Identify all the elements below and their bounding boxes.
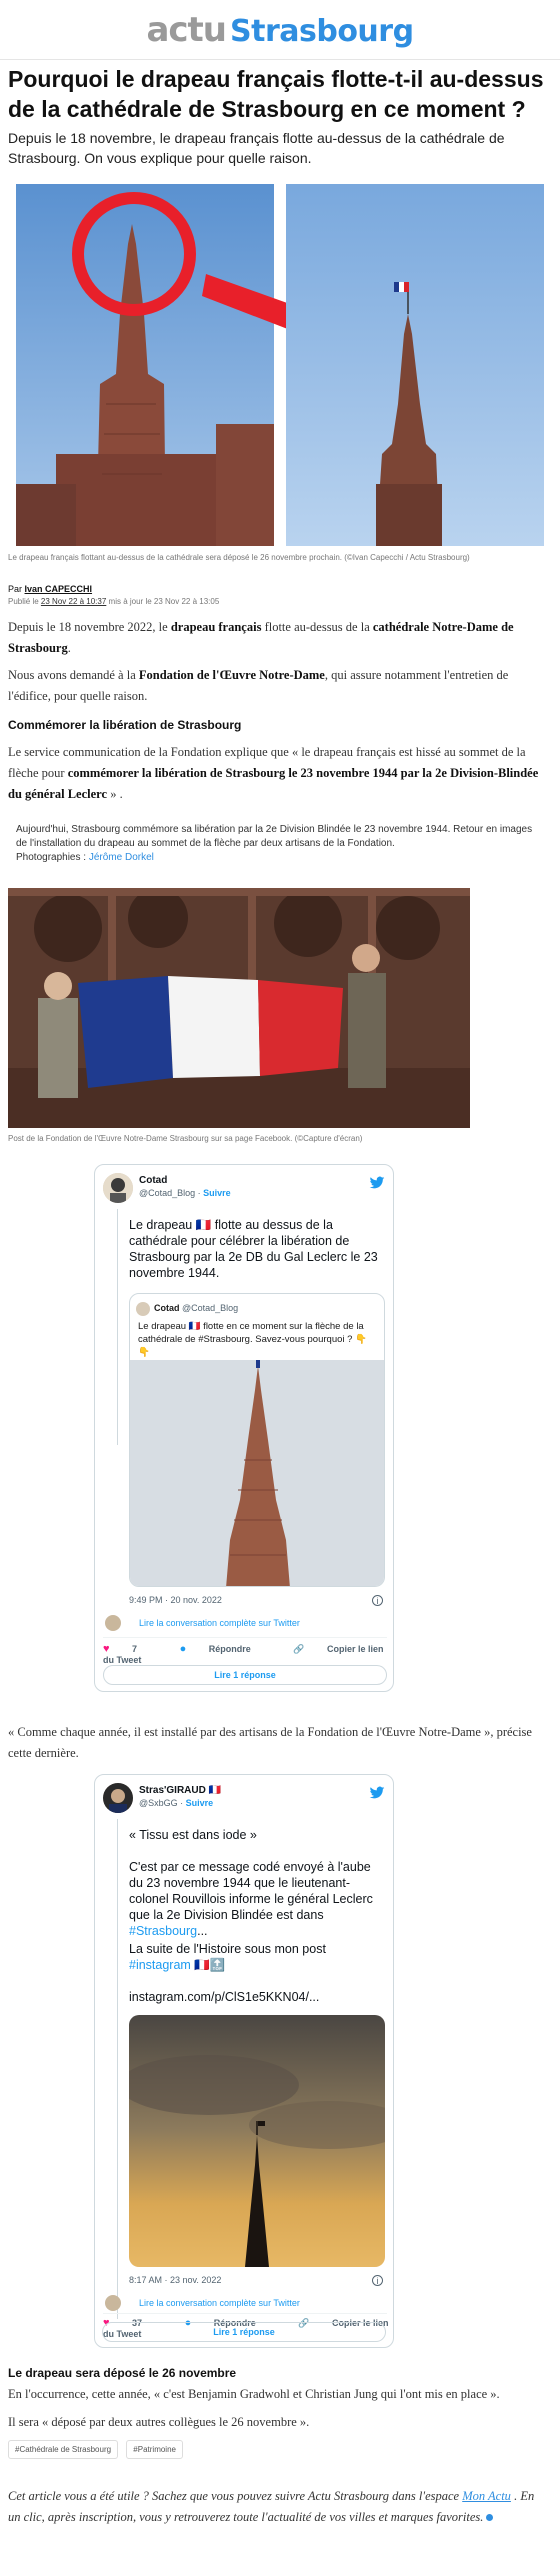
p3-text-c: » . (110, 787, 123, 801)
tweet2-divider (103, 2313, 387, 2314)
paragraph-4: « Comme chaque année, il est installé pa… (8, 1725, 532, 1760)
tweet1-reply-label: Répondre (208, 1644, 251, 1654)
heart-icon: ♥ (103, 1643, 110, 1655)
tweet1-like-button[interactable]: ♥ 7 (103, 1643, 157, 1655)
tweet2-flags: 🇫🇷🔝 (194, 1958, 226, 1972)
tweet1-read-replies-button[interactable]: Lire 1 réponse (103, 1665, 387, 1685)
twitter-bird-icon[interactable] (369, 1785, 385, 1801)
blue-dot-icon (486, 2514, 494, 2521)
tweet2-handle-row: @SxbGG · Suivre (139, 1798, 214, 1808)
published-prefix: Publié le (8, 597, 39, 606)
info-icon[interactable]: i (372, 2275, 383, 2286)
mon-actu-link[interactable]: Mon Actu (462, 2489, 511, 2503)
p1-text-c: flotte au-dessus de la (264, 620, 370, 634)
flag-workers-photo (8, 888, 470, 1128)
twitter-bird-icon[interactable] (369, 1175, 385, 1191)
tweet1-text: Le drapeau 🇫🇷 flotte au dessus de la cat… (129, 1218, 378, 1280)
tweet-embed-cotad[interactable]: Cotad @Cotad_Blog · Suivre Le drapeau 🇫🇷… (94, 1164, 394, 1692)
embed-photo-author-link[interactable]: Jérôme Dorkel (89, 852, 154, 863)
tweet2-follow-button[interactable]: Suivre (186, 1798, 214, 1808)
updated-date: mis à jour le 23 Nov 22 à 13:05 (108, 597, 220, 606)
paragraph-6: Il sera « déposé par deux autres collègu… (8, 2412, 552, 2433)
tweet1-reply-button[interactable]: ● Répondre (179, 1643, 271, 1655)
tweet-embed-sxbgg[interactable]: Stras'GIRAUD 🇫🇷 @SxbGG · Suivre « Tissu … (94, 1774, 394, 2348)
byline: Par Ivan CAPECCHI (8, 584, 92, 594)
tweet1-thread-line (117, 1209, 118, 1445)
by-prefix: Par (8, 584, 23, 594)
article-title: Pourquoi le drapeau français flotte-t-il… (8, 66, 544, 122)
site-header: actu Strasbourg (0, 0, 560, 60)
tweet1-timestamp[interactable]: 9:49 PM · 20 nov. 2022 (129, 1595, 222, 1605)
quoted-avatar (136, 1302, 150, 1316)
tweet1-like-count: 7 (132, 1644, 138, 1654)
site-logo[interactable]: actu Strasbourg (0, 10, 560, 50)
tweet2-photo-sunrise[interactable] (129, 2015, 385, 2267)
tweet2-line2-text: C'est par ce message codé envoyé à l'aub… (129, 1860, 373, 1922)
quoted-handle: @Cotad_Blog (182, 1303, 239, 1313)
tweet2-instagram-link[interactable]: instagram.com/p/ClS1e5KKN04/... (129, 1989, 385, 2005)
tweet1-divider (103, 1637, 387, 1638)
tweet2-read-replies-button[interactable]: Lire 1 réponse (102, 2322, 386, 2342)
tweet2-line2: C'est par ce message codé envoyé à l'aub… (129, 1859, 385, 1939)
tweet2-line2-end: ... (197, 1924, 208, 1938)
tweet2-name[interactable]: Stras'GIRAUD 🇫🇷 (139, 1785, 221, 1796)
embed-body: Aujourd'hui, Strasbourg commémore sa lib… (16, 824, 533, 849)
promo-text-a: Cet article vous a été utile ? Sachez qu… (8, 2489, 460, 2503)
tweet2-small-avatar (105, 2295, 121, 2311)
tweet1-handle[interactable]: @Cotad_Blog (139, 1188, 195, 1198)
tweet1-small-avatar (105, 1615, 121, 1631)
tweet2-timestamp[interactable]: 8:17 AM · 23 nov. 2022 (129, 2275, 221, 2285)
tweet1-avatar[interactable] (103, 1173, 133, 1203)
published-date: 23 Nov 22 à 10:37 (40, 597, 107, 606)
heading-depose: Le drapeau sera déposé le 26 novembre (8, 2366, 237, 2380)
p2-text-a: Nous avons demandé à la (8, 668, 136, 682)
p1-bold-flag: drapeau français (170, 620, 262, 634)
article-chapo: Depuis le 18 novembre, le drapeau frança… (8, 130, 505, 166)
tag-cathedrale[interactable]: #Cathédrale de Strasbourg (8, 2440, 119, 2459)
logo-actu: actu (146, 10, 227, 50)
article-dates: Publié le 23 Nov 22 à 10:37 mis à jour l… (8, 597, 219, 606)
quoted-text: Le drapeau 🇫🇷 flotte en ce moment sur la… (138, 1321, 367, 1358)
tweet1-name[interactable]: Cotad (139, 1175, 167, 1186)
follow-promo: Cet article vous a été utile ? Sachez qu… (8, 2486, 548, 2528)
tweet2-hashtag-strasbourg[interactable]: #Strasbourg (129, 1924, 197, 1938)
paragraph-5: En l'occurrence, cette année, « c'est Be… (8, 2387, 500, 2401)
tag-list: #Cathédrale de Strasbourg #Patrimoine (8, 2440, 189, 2459)
hero-image (16, 184, 544, 546)
tweet2-line3: La suite de l'Histoire sous mon post #in… (129, 1941, 385, 1973)
tweet2-thread-line (117, 1819, 118, 2319)
quoted-name: Cotad (154, 1303, 180, 1313)
tweet1-follow-button[interactable]: Suivre (203, 1188, 231, 1198)
tweet2-conversation-link[interactable]: Lire la conversation complète sur Twitte… (139, 2298, 300, 2308)
embed-photo-prefix: Photographies : (16, 852, 87, 863)
facebook-embed-text: Aujourd'hui, Strasbourg commémore sa lib… (16, 823, 536, 865)
tweet1-conversation-link[interactable]: Lire la conversation complète sur Twitte… (139, 1618, 300, 1628)
tweet2-line1: « Tissu est dans iode » (129, 1828, 257, 1842)
quoted-photo-spire (130, 1360, 384, 1586)
paragraph-2: Nous avons demandé à la Fondation de l'Œ… (8, 665, 552, 707)
photo2-caption: Post de la Fondation de l'Œuvre Notre-Da… (8, 1134, 363, 1143)
paragraph-3: Le service communication de la Fondation… (8, 742, 552, 805)
p1-text-a: Depuis le 18 novembre 2022, le (8, 620, 168, 634)
author-link[interactable]: Ivan CAPECCHI (25, 584, 93, 594)
tweet1-handle-row: @Cotad_Blog · Suivre (139, 1188, 231, 1198)
hero-caption: Le drapeau français flottant au-dessus d… (8, 553, 470, 562)
tweet2-line3-text: La suite de l'Histoire sous mon post (129, 1942, 326, 1956)
tweet2-hashtag-instagram[interactable]: #instagram (129, 1958, 191, 1972)
heading-commemorer: Commémorer la libération de Strasbourg (8, 718, 242, 732)
tweet2-handle[interactable]: @SxbGG (139, 1798, 178, 1808)
tweet1-actions: ♥ 7 ● Répondre 🔗 Copier le lien du Tweet (103, 1643, 393, 1665)
paragraph-1: Depuis le 18 novembre 2022, le drapeau f… (8, 620, 514, 655)
logo-city: Strasbourg (230, 14, 414, 49)
p3-bold-liberation: commémorer la libération de Strasbourg l… (8, 766, 539, 801)
tweet1-quoted-tweet[interactable]: Cotad @Cotad_Blog Le drapeau 🇫🇷 flotte e… (129, 1293, 385, 1587)
reply-bubble-icon: ● (179, 1643, 187, 1655)
p2-bold-fondation: Fondation de l'Œuvre Notre-Dame (138, 668, 325, 682)
tweet2-avatar[interactable] (103, 1783, 133, 1813)
tag-patrimoine[interactable]: #Patrimoine (126, 2440, 183, 2459)
link-icon: 🔗 (293, 1644, 305, 1654)
info-icon[interactable]: i (372, 1595, 383, 1606)
quoted-header: Cotad @Cotad_Blog (154, 1303, 238, 1313)
